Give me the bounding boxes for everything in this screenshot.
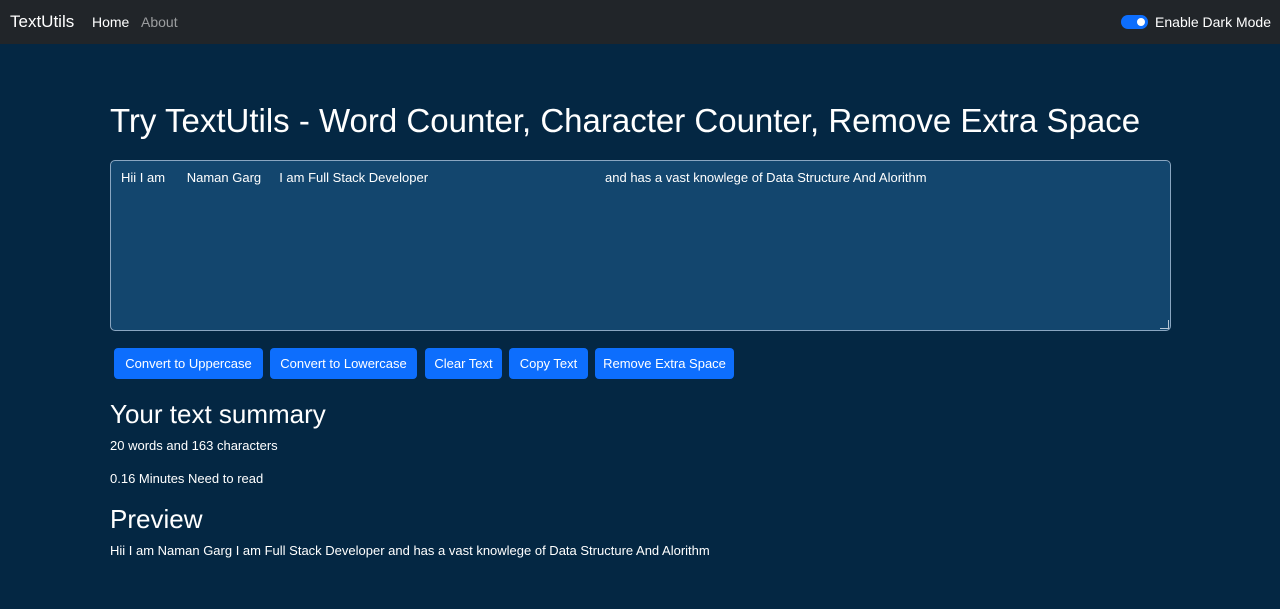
read-time: 0.16 Minutes Need to read (110, 471, 264, 486)
dark-mode-switch[interactable] (1121, 15, 1149, 29)
text-input-area[interactable]: Hii I am Naman Garg I am Full Stack Deve… (110, 160, 1171, 331)
switch-knob (1137, 18, 1146, 26)
resize-grip-icon[interactable] (1160, 320, 1169, 329)
nav-link-home[interactable]: Home (92, 14, 129, 31)
summary-heading: Your text summary (110, 399, 326, 429)
dark-mode-toggle-group: Enable Dark Mode (1121, 13, 1271, 31)
navbar: TextUtils Home About Enable Dark Mode (0, 0, 1280, 44)
preview-text: Hii I am Naman Garg I am Full Stack Deve… (110, 543, 710, 558)
remove-extra-space-button[interactable]: Remove Extra Space (595, 348, 734, 379)
word-character-count: 20 words and 163 characters (110, 438, 278, 453)
preview-heading: Preview (110, 504, 203, 534)
nav-link-about[interactable]: About (141, 14, 178, 31)
dark-mode-label[interactable]: Enable Dark Mode (1155, 14, 1271, 30)
clear-text-button[interactable]: Clear Text (425, 348, 502, 379)
page-title: Try TextUtils - Word Counter, Character … (110, 102, 1141, 139)
copy-text-button[interactable]: Copy Text (509, 348, 588, 379)
convert-uppercase-button[interactable]: Convert to Uppercase (114, 348, 263, 379)
convert-lowercase-button[interactable]: Convert to Lowercase (270, 348, 417, 379)
brand-link[interactable]: TextUtils (10, 11, 74, 33)
